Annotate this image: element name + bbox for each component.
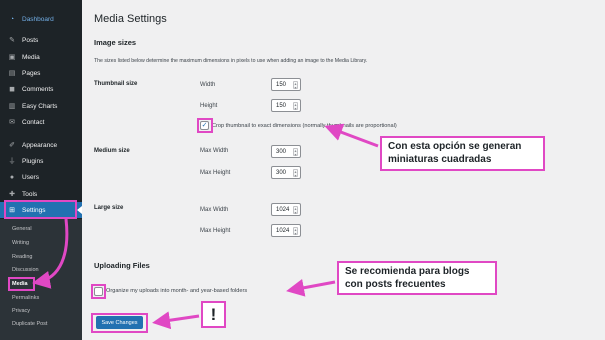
- sidebar-item-contact[interactable]: ✉ Contact: [0, 114, 82, 130]
- crop-thumbnail-label: Crop thumbnail to exact dimensions (norm…: [212, 123, 397, 129]
- pin-icon: ✎: [9, 36, 15, 44]
- uploading-files-heading: Uploading Files: [94, 261, 150, 270]
- submenu-item-media[interactable]: Media: [12, 281, 28, 287]
- large-max-height-label: Max Height: [200, 228, 231, 234]
- thumbnail-width-label: Width: [200, 82, 216, 88]
- thumbnail-width-value: 150: [276, 81, 287, 88]
- sidebar-item-label: Users: [22, 173, 39, 181]
- sidebar-item-appearance[interactable]: ✐ Appearance: [0, 137, 82, 153]
- medium-max-width-input[interactable]: 300 ▴ ▾: [271, 145, 301, 158]
- sidebar-item-pages[interactable]: ▤ Pages: [0, 65, 82, 81]
- sidebar-item-dashboard[interactable]: ◔ Dashboard: [0, 11, 82, 27]
- sidebar-item-settings[interactable]: ⊞ Settings: [0, 202, 82, 218]
- image-sizes-heading: Image sizes: [94, 38, 137, 47]
- plugin-icon: ⏚: [8, 157, 16, 165]
- media-icon: ▣: [8, 53, 16, 61]
- sidebar-item-posts[interactable]: ✎ Posts: [0, 32, 82, 48]
- image-sizes-description: The sizes listed below determine the max…: [94, 58, 368, 64]
- admin-sidebar: ◔ Dashboard ✎ Posts ▣ Media ▤ Pages ◼ Comment…: [0, 0, 82, 340]
- save-changes-button[interactable]: Save Changes: [96, 316, 143, 329]
- thumbnail-width-input[interactable]: 150 ▴ ▾: [271, 78, 301, 91]
- thumbnail-height-value: 150: [276, 102, 287, 109]
- medium-size-label: Medium size: [94, 148, 130, 154]
- thumbnail-height-input[interactable]: 150 ▴ ▾: [271, 99, 301, 112]
- sidebar-item-users[interactable]: ● Users: [0, 169, 82, 185]
- sidebar-item-label: Dashboard: [22, 15, 54, 23]
- sidebar-item-label: Comments: [22, 85, 54, 93]
- dashboard-icon: ◔: [9, 15, 15, 23]
- medium-max-height-input[interactable]: 300 ▴ ▾: [271, 166, 301, 179]
- submenu-item-writing[interactable]: Writing: [12, 240, 29, 246]
- folders-note-callout: Se recomienda para blogs con posts frecu…: [337, 261, 497, 295]
- submenu-item-privacy[interactable]: Privacy: [12, 308, 30, 314]
- large-size-label: Large size: [94, 205, 124, 211]
- sidebar-item-label: Settings: [22, 206, 46, 214]
- sidebar-item-plugins[interactable]: ⏚ Plugins: [0, 153, 82, 169]
- medium-max-height-value: 300: [276, 169, 287, 176]
- checkmark-icon: ✓: [201, 122, 208, 129]
- crop-note-callout: Con esta opción se generan miniaturas cu…: [380, 136, 545, 171]
- sidebar-item-label: Posts: [22, 36, 39, 44]
- large-max-width-value: 1024: [276, 206, 290, 213]
- sidebar-item-label: Contact: [22, 118, 45, 126]
- brush-icon: ✐: [9, 141, 15, 149]
- user-icon: ●: [9, 173, 15, 181]
- settings-submenu: General Writing Reading Discussion Media…: [0, 219, 82, 340]
- submenu-item-permalinks[interactable]: Permalinks: [12, 295, 39, 301]
- exclamation-callout: !: [201, 301, 226, 328]
- pages-icon: ▤: [8, 69, 16, 77]
- medium-max-width-label: Max Width: [200, 148, 229, 154]
- organize-uploads-checkbox[interactable]: [94, 287, 103, 296]
- spinner-icon[interactable]: ▴ ▾: [293, 227, 298, 235]
- submenu-item-duplicate-post[interactable]: Duplicate Post: [12, 321, 47, 327]
- mail-icon: ✉: [9, 118, 15, 126]
- large-max-width-input[interactable]: 1024 ▴ ▾: [271, 203, 301, 216]
- spinner-icon[interactable]: ▴ ▾: [293, 81, 298, 89]
- submenu-item-discussion[interactable]: Discussion: [12, 267, 39, 273]
- sidebar-item-tools[interactable]: ✚ Tools: [0, 186, 82, 202]
- large-max-height-value: 1024: [276, 227, 290, 234]
- sidebar-item-media[interactable]: ▣ Media: [0, 49, 82, 65]
- medium-max-width-value: 300: [276, 148, 287, 155]
- thumbnail-height-label: Height: [200, 103, 218, 109]
- crop-thumbnail-checkbox[interactable]: ✓: [200, 121, 209, 130]
- sidebar-item-label: Easy Charts: [22, 102, 58, 110]
- sidebar-item-label: Appearance: [22, 141, 58, 149]
- sidebar-item-label: Pages: [22, 69, 41, 77]
- submenu-item-general[interactable]: General: [12, 226, 32, 232]
- sidebar-item-label: Tools: [22, 190, 38, 198]
- spinner-icon[interactable]: ▴ ▾: [293, 148, 298, 156]
- sidebar-item-label: Plugins: [22, 157, 44, 165]
- submenu-item-reading[interactable]: Reading: [12, 254, 33, 260]
- wrench-icon: ✚: [9, 190, 15, 198]
- page-title: Media Settings: [94, 13, 167, 25]
- spinner-icon[interactable]: ▴ ▾: [293, 102, 298, 110]
- sidebar-item-comments[interactable]: ◼ Comments: [0, 81, 82, 97]
- chart-icon: ▥: [8, 102, 16, 110]
- spinner-icon[interactable]: ▴ ▾: [293, 169, 298, 177]
- spinner-icon[interactable]: ▴ ▾: [293, 206, 298, 214]
- organize-uploads-label: Organize my uploads into month- and year…: [106, 288, 248, 294]
- sidebar-item-label: Media: [22, 53, 40, 61]
- comment-icon: ◼: [9, 85, 15, 93]
- settings-icon: ⊞: [9, 206, 15, 214]
- thumbnail-size-label: Thumbnail size: [94, 81, 138, 87]
- medium-max-height-label: Max Height: [200, 170, 231, 176]
- sidebar-item-easy-charts[interactable]: ▥ Easy Charts: [0, 98, 82, 114]
- large-max-width-label: Max Width: [200, 207, 229, 213]
- large-max-height-input[interactable]: 1024 ▴ ▾: [271, 224, 301, 237]
